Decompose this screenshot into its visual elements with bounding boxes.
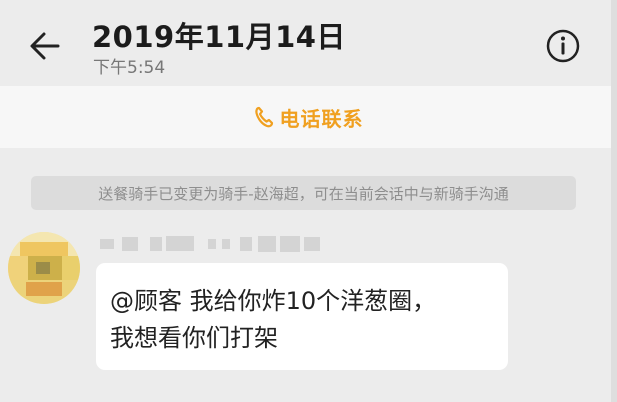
chat-date-title: 2019年11月14日	[92, 20, 346, 54]
info-icon[interactable]	[545, 28, 581, 64]
phone-contact-label: 电话联系	[279, 106, 364, 131]
message-bubble[interactable]: @顾客 我给你炸10个洋葱圈， 我想看你们打架	[96, 263, 508, 370]
sender-name-blurred	[100, 234, 322, 254]
back-arrow-icon[interactable]	[26, 26, 66, 66]
chat-header: 2019年11月14日 下午5:54	[0, 0, 617, 82]
phone-contact-button[interactable]: 电话联系	[0, 86, 617, 148]
chat-time-subtitle: 下午5:54	[93, 58, 166, 78]
phone-icon	[254, 106, 273, 128]
scroll-edge	[611, 0, 617, 402]
message-line: 我想看你们打架	[110, 324, 278, 352]
sender-avatar[interactable]	[8, 232, 80, 304]
system-notice: 送餐骑手已变更为骑手-赵海超，可在当前会话中与新骑手沟通	[31, 176, 576, 210]
message-line: @顾客 我给你炸10个洋葱圈，	[110, 287, 437, 315]
